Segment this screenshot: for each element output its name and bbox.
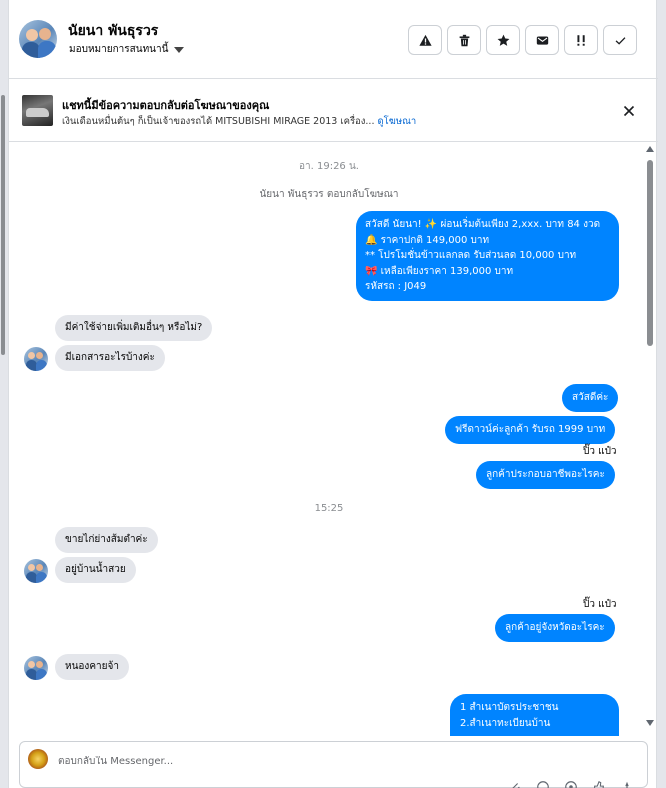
thread-scrollbar[interactable] bbox=[645, 146, 655, 730]
mail-icon bbox=[536, 35, 548, 45]
outgoing-message: สวัสดีค่ะ bbox=[562, 384, 619, 412]
incoming-message: มีเอกสารอะไรบ้างค่ะ bbox=[55, 345, 165, 371]
caret-down-icon bbox=[174, 46, 185, 53]
close-icon[interactable] bbox=[621, 103, 637, 119]
contact-avatar-small bbox=[24, 347, 48, 371]
follow-up-button[interactable] bbox=[564, 25, 598, 55]
incoming-message: มีค่าใช้จ่ายเพิ่มเติมอื่นๆ หรือไม่? bbox=[55, 315, 213, 341]
check-icon bbox=[615, 36, 625, 45]
scroll-down-arrow-icon[interactable] bbox=[646, 720, 654, 726]
like-icon[interactable] bbox=[592, 779, 606, 788]
promo-line: ** โปรโมชั่นข้าวแลกลด รับส่วนลด 10,000 บ… bbox=[365, 250, 577, 261]
important-icon bbox=[576, 34, 585, 46]
page-avatar bbox=[28, 749, 48, 769]
document-line: 1 สำเนาบัตรประชาชน bbox=[460, 702, 559, 713]
emoji-icon[interactable] bbox=[536, 779, 550, 788]
warning-icon bbox=[418, 34, 432, 46]
outgoing-message-promo: สวัสดี นัยนา! ✨ ผ่อนเริ่มต้นเพียง 2,xxx.… bbox=[356, 211, 619, 301]
reply-composer bbox=[19, 741, 648, 788]
view-ad-link[interactable]: ดูโฆษณา bbox=[378, 116, 417, 127]
right-edge bbox=[657, 0, 666, 788]
assign-label: มอบหมายการสนทนานี้ bbox=[69, 44, 169, 55]
mark-unread-button[interactable] bbox=[525, 25, 559, 55]
saved-reply-icon[interactable] bbox=[564, 779, 578, 788]
outgoing-message: ลูกค้าประกอบอาชีพอะไรคะ bbox=[476, 461, 615, 489]
contact-avatar-small bbox=[24, 656, 48, 680]
star-button[interactable] bbox=[486, 25, 520, 55]
document-line: 2.สำเนาทะเบียนบ้าน bbox=[460, 717, 551, 729]
scroll-up-arrow-icon[interactable] bbox=[646, 146, 654, 152]
delete-button[interactable] bbox=[447, 25, 481, 55]
ad-thumbnail[interactable] bbox=[22, 95, 53, 126]
left-scrollbar-thumb[interactable] bbox=[1, 95, 5, 355]
promo-line: 🎀 เหลือเพียงราคา 139,000 บาท bbox=[365, 265, 514, 277]
promo-line: สวัสดี นัยนา! ✨ ผ่อนเริ่มต้นเพียง 2,xxx.… bbox=[365, 219, 601, 230]
reply-input[interactable] bbox=[58, 756, 618, 767]
incoming-message: ขายไก่ย่างส้มตำค่ะ bbox=[55, 527, 158, 553]
timestamp: 15:25 bbox=[314, 503, 344, 514]
outgoing-message: ฟรีดาวน์ค่ะลูกค้า รับรถ 1999 บาท bbox=[445, 416, 616, 444]
sender-name: ปิ๊ว แป๋ว bbox=[583, 599, 617, 610]
contact-avatar[interactable] bbox=[19, 20, 57, 58]
assign-conversation-dropdown[interactable]: มอบหมายการสนทนานี้ bbox=[69, 42, 185, 57]
trash-icon bbox=[459, 34, 469, 46]
report-spam-button[interactable] bbox=[408, 25, 442, 55]
conversation-header: นัยนา พันธุรวร มอบหมายการสนทนานี้ bbox=[9, 0, 658, 79]
promo-line: รหัสรถ : J049 bbox=[365, 281, 427, 292]
incoming-message: หนองคายจ้า bbox=[55, 654, 129, 680]
incoming-message: อยู่บ้านน้ำสวย bbox=[55, 557, 136, 583]
outgoing-message: ลูกค้าอยู่จังหวัดอะไรคะ bbox=[495, 614, 615, 642]
left-scroll-edge bbox=[0, 0, 8, 788]
ad-description-text: เงินเดือนหมื่นต้นๆ ก็เป็นเจ้าของรถได้ MI… bbox=[62, 116, 375, 127]
message-thread: อา. 19:26 น. นัยนา พันธุรวร ตอบกลับโฆษณา… bbox=[9, 142, 658, 736]
scrollbar-thumb[interactable] bbox=[647, 160, 653, 346]
more-tools-icon[interactable] bbox=[620, 779, 634, 788]
ad-reply-note: นัยนา พันธุรวร ตอบกลับโฆษณา bbox=[259, 189, 399, 200]
timestamp: อา. 19:26 น. bbox=[299, 161, 359, 172]
mark-done-button[interactable] bbox=[603, 25, 637, 55]
outgoing-message-documents: 1 สำเนาบัตรประชาชน 2.สำเนาทะเบียนบ้าน bbox=[450, 694, 619, 736]
ad-banner-description: เงินเดือนหมื่นต้นๆ ก็เป็นเจ้าของรถได้ MI… bbox=[62, 114, 416, 129]
ad-banner-title: แชทนี้มีข้อความตอบกลับต่อโฆษณาของคุณ bbox=[62, 99, 270, 112]
star-icon bbox=[497, 34, 509, 46]
contact-avatar-small bbox=[24, 559, 48, 583]
contact-name[interactable]: นัยนา พันธุรวร bbox=[68, 20, 158, 42]
sender-name: ปิ๊ว แป๋ว bbox=[583, 446, 617, 457]
header-actions bbox=[408, 25, 637, 55]
conversation-panel: นัยนา พันธุรวร มอบหมายการสนทนานี้ แชทนี้… bbox=[8, 0, 658, 788]
promo-line: 🔔 ราคาปกติ 149,000 บาท bbox=[365, 234, 490, 246]
attachment-icon[interactable] bbox=[508, 779, 522, 788]
